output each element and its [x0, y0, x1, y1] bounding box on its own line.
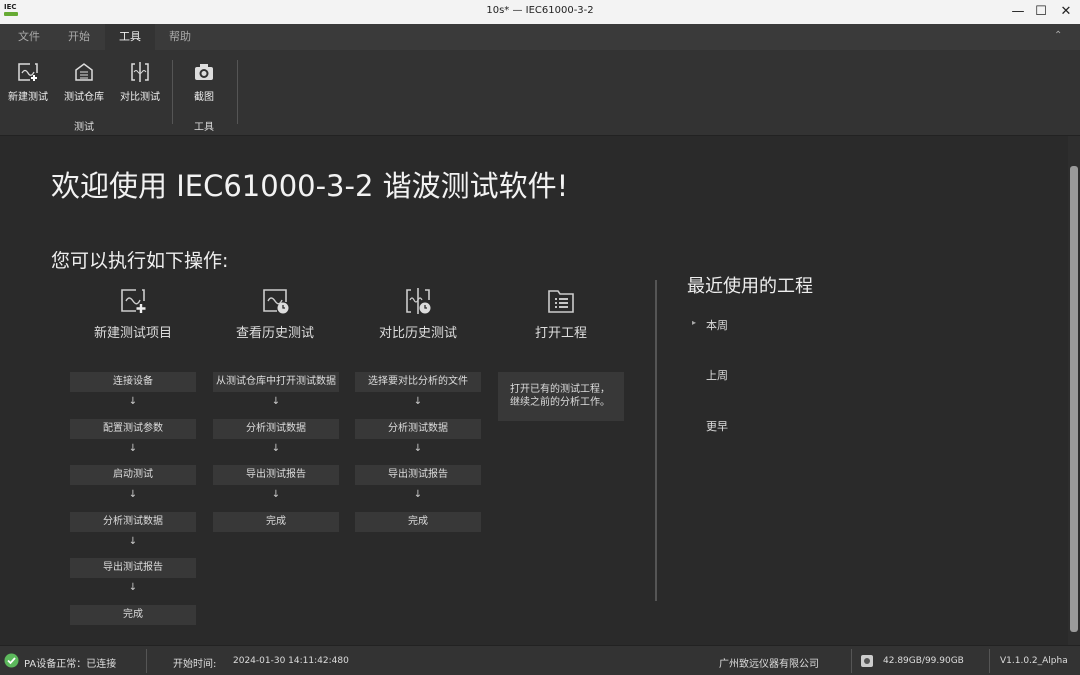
compare-icon: [131, 62, 149, 82]
new-test-icon: [18, 63, 38, 81]
tab-file[interactable]: 文件: [4, 24, 54, 50]
new-test-button[interactable]: 新建测试: [0, 60, 56, 103]
step-box: 启动测试: [70, 465, 196, 485]
step-box: 导出测试报告: [355, 465, 481, 485]
disk-usage: 42.89GB/99.90GB: [883, 656, 964, 666]
new-test-icon: [121, 289, 146, 313]
step-box: 导出测试报告: [213, 465, 339, 485]
column-title: 打开工程: [534, 326, 587, 341]
arrow-down-icon: ↓: [413, 396, 423, 407]
check-circle-icon: [4, 653, 19, 668]
repository-icon: [75, 63, 93, 81]
recent-group-earlier[interactable]: 更早: [706, 418, 728, 434]
arrow-down-icon: ↓: [128, 396, 138, 407]
step-box: 选择要对比分析的文件: [355, 372, 481, 392]
recent-group-last-week[interactable]: 上周: [706, 367, 728, 383]
actions-subtitle: 您可以执行如下操作:: [51, 250, 229, 272]
maximize-button[interactable]: ☐: [1029, 2, 1053, 22]
scrollbar-thumb[interactable]: [1070, 166, 1078, 632]
column-title: 新建测试项目: [93, 326, 172, 341]
status-bar: PA设备正常：已连接 开始时间: 2024-01-30 14:11:42:480…: [0, 645, 1080, 675]
column-title: 对比历史测试: [378, 326, 457, 341]
arrow-down-icon: ↓: [271, 489, 281, 500]
camera-icon: [195, 64, 213, 80]
ribbon-separator: [237, 60, 238, 124]
history-icon: [263, 289, 289, 314]
column-title: 查看历史测试: [235, 326, 314, 341]
start-time-label: 开始时间:: [173, 659, 217, 670]
arrow-down-icon: ↓: [128, 535, 138, 547]
collapse-ribbon-button[interactable]: ⌃: [1054, 30, 1062, 41]
minimize-button[interactable]: —: [1006, 2, 1030, 22]
close-button[interactable]: ✕: [1054, 2, 1078, 22]
step-box: 从测试仓库中打开测试数据: [213, 372, 339, 392]
tab-start[interactable]: 开始: [54, 24, 104, 50]
start-time-value: 2024-01-30 14:11:42:480: [233, 656, 349, 666]
title-bar: IEC 10s* — IEC61000-3-2 — ☐ ✕: [0, 0, 1080, 24]
status-separator: [146, 649, 147, 673]
status-separator: [989, 649, 990, 673]
recent-group-this-week[interactable]: 本周: [706, 317, 728, 333]
arrow-down-icon: ↓: [271, 396, 281, 407]
step-box: 完成: [355, 511, 481, 532]
version: V1.1.0.2_Alpha: [1000, 656, 1068, 666]
repository-label: 测试仓库: [64, 92, 104, 103]
welcome-heading: 欢迎使用 IEC61000-3-2 谐波测试软件!: [51, 169, 569, 203]
ribbon-separator: [172, 60, 173, 124]
step-box: 分析测试数据: [213, 418, 339, 439]
new-test-label: 新建测试: [8, 92, 48, 103]
step-box: 导出测试报告: [70, 558, 196, 578]
arrow-down-icon: ↓: [413, 442, 423, 454]
test-repository-button[interactable]: 测试仓库: [56, 60, 112, 103]
screenshot-button[interactable]: 截图: [176, 60, 232, 103]
step-box: 配置测试参数: [70, 418, 196, 439]
compare-label: 对比测试: [120, 92, 160, 103]
company-name: 广州致远仪器有限公司: [719, 659, 819, 670]
folder-list-icon: [548, 290, 574, 313]
step-box: 分析测试数据: [70, 511, 196, 532]
arrow-down-icon: ↓: [413, 489, 423, 500]
window-title: 10s* — IEC61000-3-2: [486, 5, 594, 16]
compare-history-icon: [406, 288, 431, 314]
group-label-test: 测试: [74, 122, 94, 133]
new-test-project-link[interactable]: 新建测试项目: [53, 288, 213, 341]
expand-arrow-icon[interactable]: ▸: [692, 318, 696, 327]
open-project-description: 打开已有的测试工程，继续之前的分析工作。: [498, 372, 624, 421]
vertical-divider: [655, 280, 657, 601]
view-history-link[interactable]: 查看历史测试: [195, 288, 355, 341]
step-box: 完成: [70, 604, 196, 625]
device-status: PA设备正常：已连接: [24, 659, 117, 670]
open-project-link[interactable]: 打开工程: [481, 288, 641, 341]
screenshot-label: 截图: [194, 92, 214, 103]
compare-history-link[interactable]: 对比历史测试: [338, 288, 498, 341]
status-separator: [851, 649, 852, 673]
disk-icon: [861, 655, 873, 667]
arrow-down-icon: ↓: [271, 442, 281, 454]
tab-help[interactable]: 帮助: [155, 24, 205, 50]
step-box: 分析测试数据: [355, 418, 481, 439]
compare-test-button[interactable]: 对比测试: [112, 60, 168, 103]
ribbon: 新建测试 测试仓库 对比测试 截图 测试 工具: [0, 50, 1080, 136]
group-label-tools: 工具: [194, 122, 214, 133]
step-box: 完成: [213, 511, 339, 532]
arrow-down-icon: ↓: [128, 489, 138, 500]
step-box: 连接设备: [70, 372, 196, 392]
recent-projects-title: 最近使用的工程: [687, 276, 813, 297]
menu-tabs: 文件 开始 工具 帮助 ⌃: [0, 24, 1080, 50]
arrow-down-icon: ↓: [128, 582, 138, 593]
tab-tools[interactable]: 工具: [105, 24, 155, 50]
arrow-down-icon: ↓: [128, 442, 138, 454]
